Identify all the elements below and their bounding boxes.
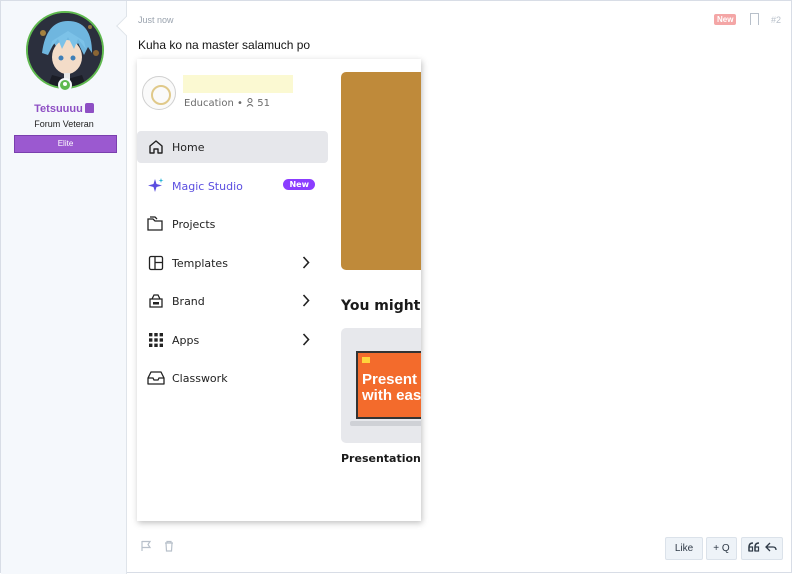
nav-item-label: Home — [172, 140, 205, 154]
person-icon — [246, 98, 254, 107]
home-icon — [147, 138, 165, 156]
chevron-right-icon — [302, 256, 310, 272]
post-message: Kuha ko na master salamuch po — [138, 38, 311, 52]
trash-icon[interactable] — [163, 539, 175, 557]
template-card[interactable]: Present with eas — [341, 328, 421, 443]
user-rank-icon — [84, 103, 94, 113]
bookmark-icon[interactable] — [750, 13, 759, 25]
online-status-icon — [58, 78, 72, 92]
nav-item-apps[interactable]: Apps — [137, 324, 328, 356]
nav-item-templates[interactable]: Templates — [137, 247, 328, 279]
nav-item-label: Apps — [172, 333, 200, 347]
new-pill-badge: New — [283, 179, 315, 190]
nav-item-projects[interactable]: Projects — [137, 208, 328, 240]
presentation-thumbnail: Present with eas — [356, 351, 421, 419]
new-badge: New — [714, 14, 737, 25]
folder-icon — [147, 215, 165, 233]
team-logo-icon — [142, 76, 176, 110]
thumbnail-tag — [362, 357, 370, 363]
you-might-want-heading: You might w — [341, 298, 421, 314]
hero-banner[interactable] — [341, 72, 421, 270]
team-name-redacted — [183, 75, 293, 93]
post-timestamp[interactable]: Just now — [138, 15, 174, 25]
username-text[interactable]: Tetsuuuu — [34, 103, 83, 115]
username[interactable]: Tetsuuuu — [1, 103, 127, 115]
quote-icon — [747, 542, 760, 555]
nav-item-classwork[interactable]: Classwork — [137, 362, 328, 394]
team-category: Education — [184, 98, 234, 109]
nav-item-magic-studio[interactable]: Magic Studio New — [137, 170, 328, 202]
nav-item-home[interactable]: Home — [137, 131, 328, 163]
nav-item-label: Classwork — [172, 371, 228, 385]
like-label: Like — [674, 543, 694, 554]
multi-quote-label: + Q — [713, 543, 730, 554]
user-badge: Elite — [14, 135, 117, 153]
nav-item-label: Templates — [172, 256, 228, 270]
chevron-right-icon — [302, 333, 310, 349]
multi-quote-button[interactable]: + Q — [706, 537, 737, 560]
nav-item-label: Projects — [172, 217, 216, 231]
laptop-base — [350, 421, 421, 426]
thumbnail-text-line2: with eas — [362, 387, 421, 404]
dot-separator: • — [236, 98, 247, 109]
post-number[interactable]: #2 — [771, 15, 781, 25]
message-arrow — [116, 16, 136, 36]
nav-item-brand[interactable]: Brand — [137, 285, 328, 317]
quote-reply-button[interactable] — [741, 537, 783, 560]
user-info-column: Tetsuuuu Forum Veteran Elite — [1, 1, 136, 574]
templates-icon — [147, 254, 165, 272]
nav-item-label: Brand — [172, 294, 205, 308]
template-card-caption[interactable]: Presentation (1 — [341, 452, 421, 465]
reply-icon — [764, 542, 777, 555]
team-meta: Education • 51 — [184, 98, 270, 109]
sparkle-icon — [147, 177, 165, 195]
nav-item-label: Magic Studio — [172, 179, 243, 193]
attached-screenshot[interactable]: Education • 51 Home Magic Studio New Pro… — [137, 59, 421, 521]
chevron-right-icon — [302, 294, 310, 310]
flag-icon[interactable] — [140, 539, 152, 557]
thumbnail-text-line1: Present — [362, 371, 418, 388]
team-members: 51 — [257, 98, 270, 109]
forum-post: Tetsuuuu Forum Veteran Elite Just now Ne… — [0, 0, 792, 574]
user-title: Forum Veteran — [34, 119, 94, 129]
inbox-icon — [147, 369, 165, 387]
apps-grid-icon — [147, 331, 165, 349]
brand-icon — [147, 292, 165, 310]
like-button[interactable]: Like — [665, 537, 703, 560]
